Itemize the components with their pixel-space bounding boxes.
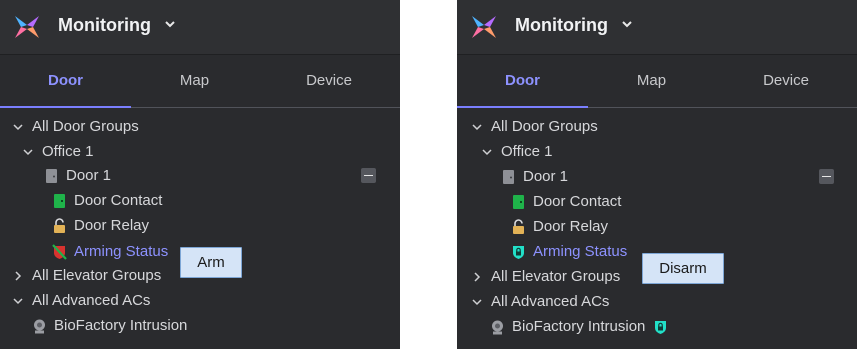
tab-device[interactable]: Device [258,55,400,107]
tree-item-arming-status[interactable]: Arming Status [511,240,627,264]
chevron-down-icon[interactable] [163,17,177,31]
tree-item-office[interactable]: Office 1 [22,140,93,164]
tab-map[interactable]: Map [131,55,258,107]
app-header: Monitoring [0,0,400,55]
app-logo-icon [472,16,496,38]
door-icon [46,169,57,184]
monitoring-panel-left: Monitoring Door Map Device All Door Grou… [0,0,400,349]
app-header: Monitoring [457,0,857,55]
chevron-down-icon[interactable] [471,296,483,308]
tree-item-arming-status[interactable]: Arming Status [52,240,168,264]
tree-item-door[interactable]: Door 1 [44,164,111,188]
tree-item-door-relay[interactable]: Door Relay [52,214,149,238]
disarm-button[interactable]: Disarm [642,253,724,284]
chevron-down-icon[interactable] [471,121,483,133]
tab-door[interactable]: Door [457,55,588,108]
armed-shield-icon [513,246,524,260]
tree-item-intrusion[interactable]: BioFactory Intrusion [32,314,187,338]
tree-item-door-relay[interactable]: Door Relay [511,215,608,239]
tree-item-all-door-groups[interactable]: All Door Groups [471,115,598,139]
armed-shield-icon [655,321,667,335]
app-logo-icon [15,16,39,38]
door-contact-icon [513,195,524,210]
tree-item-all-advanced-acs[interactable]: All Advanced ACs [471,290,609,314]
tab-bar: Door Map Device [0,55,400,108]
tree-item-door[interactable]: Door 1 [501,165,568,189]
collapse-button[interactable] [819,169,834,184]
tree-item-door-contact[interactable]: Door Contact [52,189,162,213]
disarmed-shield-icon [52,244,67,260]
chevron-down-icon[interactable] [22,146,34,158]
door-icon [503,170,514,185]
monitoring-panel-right: Monitoring Door Map Device All Door Grou… [457,0,857,349]
tab-map[interactable]: Map [588,55,715,107]
collapse-button[interactable] [361,168,376,183]
arm-button[interactable]: Arm [180,247,242,278]
tree-item-office[interactable]: Office 1 [481,140,552,164]
tree-item-all-elevator-groups[interactable]: All Elevator Groups [471,265,620,289]
tree-item-intrusion[interactable]: BioFactory Intrusion [490,315,675,339]
door-contact-icon [54,194,65,209]
tree-item-all-door-groups[interactable]: All Door Groups [12,115,139,139]
tab-bar: Door Map Device [457,55,857,108]
lock-open-icon [54,218,65,234]
chevron-right-icon[interactable] [471,271,483,283]
chevron-down-icon[interactable] [12,295,24,307]
chevron-down-icon[interactable] [620,17,634,31]
chevron-down-icon[interactable] [12,121,24,133]
tab-door[interactable]: Door [0,55,131,108]
intrusion-sensor-icon [34,319,45,334]
tab-device[interactable]: Device [715,55,857,107]
lock-open-icon [513,219,524,235]
tree-item-all-advanced-acs[interactable]: All Advanced ACs [12,289,150,313]
tree-item-door-contact[interactable]: Door Contact [511,190,621,214]
app-title[interactable]: Monitoring [515,15,608,36]
app-title[interactable]: Monitoring [58,15,151,36]
intrusion-sensor-icon [492,320,503,335]
chevron-right-icon[interactable] [12,270,24,282]
tree-item-all-elevator-groups[interactable]: All Elevator Groups [12,264,161,288]
chevron-down-icon[interactable] [481,146,493,158]
